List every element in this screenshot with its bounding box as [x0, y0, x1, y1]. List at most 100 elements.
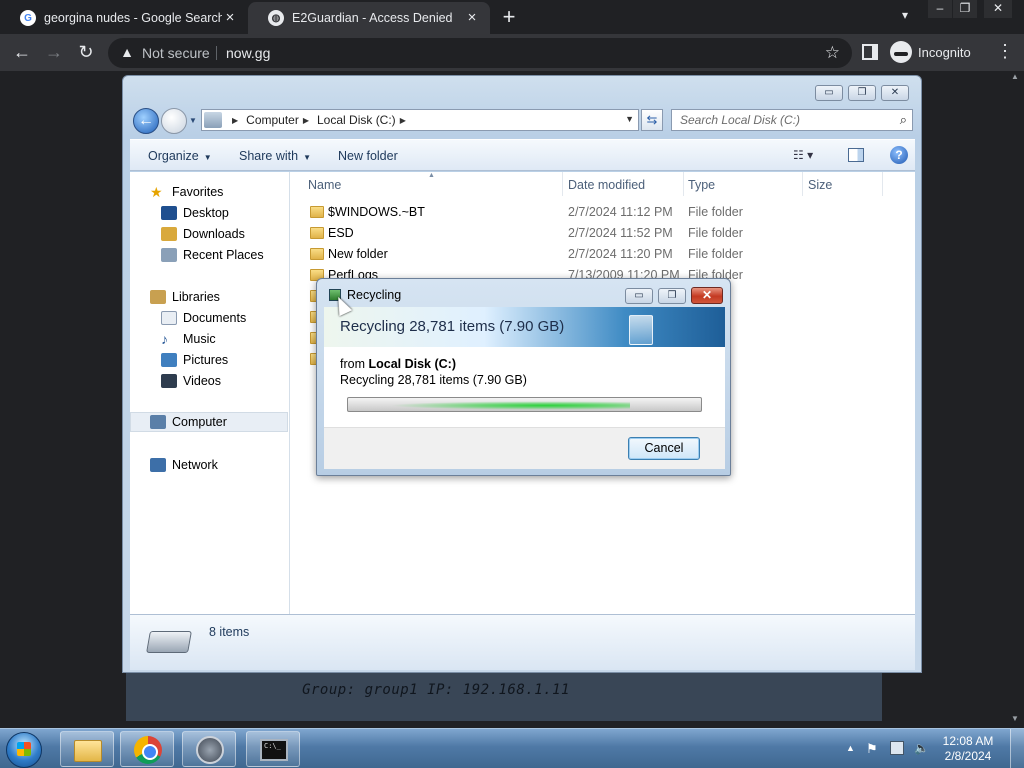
- tab-google-search[interactable]: G georgina nudes - Google Search ×: [0, 2, 248, 34]
- nav-label: Pictures: [183, 353, 229, 367]
- file-row[interactable]: $WINDOWS.~BT 2/7/2024 11:12 PM File fold…: [290, 202, 915, 223]
- taskbar-explorer-button[interactable]: [60, 731, 114, 767]
- star-icon: ★: [150, 184, 163, 200]
- incognito-indicator[interactable]: Incognito: [890, 39, 971, 65]
- dialog-maximize-button[interactable]: ❐: [658, 288, 686, 304]
- organize-button[interactable]: Organize ▼: [148, 149, 212, 163]
- refresh-button[interactable]: ⇆: [641, 109, 663, 131]
- forward-button[interactable]: [161, 108, 187, 134]
- network-tray-icon[interactable]: [890, 741, 904, 755]
- recent-pages-chevron-icon[interactable]: ▼: [189, 116, 197, 125]
- computer-icon: [150, 415, 166, 429]
- clock-date: 2/8/2024: [944, 749, 992, 763]
- from-label: from: [340, 357, 365, 371]
- nav-item-network[interactable]: Network: [130, 455, 288, 475]
- window-minimize-button[interactable]: –: [928, 0, 952, 18]
- back-button[interactable]: ←: [133, 108, 159, 134]
- help-icon[interactable]: ?: [890, 146, 908, 164]
- nav-item-recent-places[interactable]: Recent Places: [130, 245, 288, 265]
- column-divider[interactable]: [882, 172, 883, 196]
- share-with-label: Share with: [239, 149, 299, 163]
- taskbar-speedometer-button[interactable]: [182, 731, 236, 767]
- breadcrumb-arrow-icon[interactable]: ▶: [303, 116, 309, 125]
- column-header-type[interactable]: Type: [688, 178, 715, 192]
- browser-menu-icon[interactable]: ⋮: [996, 42, 1014, 60]
- tab-search-chevron-icon[interactable]: ▾: [896, 8, 914, 26]
- scroll-up-arrow-icon[interactable]: ▲: [1011, 72, 1019, 81]
- file-row[interactable]: New folder 2/7/2024 11:20 PM File folder: [290, 244, 915, 265]
- system-clock[interactable]: 12:08 AM 2/8/2024: [936, 734, 1000, 764]
- close-tab-icon[interactable]: ×: [464, 10, 480, 26]
- breadcrumb-local-disk[interactable]: Local Disk (C:): [317, 113, 396, 127]
- taskbar-chrome-button[interactable]: [120, 731, 174, 767]
- security-status[interactable]: Not secure: [142, 45, 210, 61]
- nav-label: Libraries: [172, 290, 220, 304]
- nav-item-favorites[interactable]: ★ Favorites: [130, 182, 288, 202]
- dialog-minimize-button[interactable]: ▭: [625, 288, 653, 304]
- new-folder-button[interactable]: New folder: [338, 149, 398, 163]
- search-icon[interactable]: ⌕: [900, 112, 907, 128]
- tab-e2guardian[interactable]: ◍ E2Guardian - Access Denied ×: [248, 2, 490, 34]
- hard-drive-icon: [146, 631, 192, 653]
- explorer-minimize-button[interactable]: ▭: [815, 85, 843, 101]
- nav-item-music[interactable]: ♪ Music: [130, 329, 288, 349]
- nav-item-computer[interactable]: Computer: [130, 412, 288, 432]
- close-tab-icon[interactable]: ×: [222, 10, 238, 26]
- file-type: File folder: [688, 226, 743, 240]
- warning-icon[interactable]: ▲: [118, 44, 136, 62]
- reload-icon[interactable]: ↻: [74, 41, 98, 65]
- breadcrumb-arrow-icon[interactable]: ▶: [232, 116, 238, 125]
- nav-item-downloads[interactable]: Downloads: [130, 224, 288, 244]
- cancel-button[interactable]: Cancel: [628, 437, 700, 460]
- column-header-date-modified[interactable]: Date modified: [568, 178, 645, 192]
- show-desktop-button[interactable]: [1010, 729, 1024, 768]
- file-date: 2/7/2024 11:20 PM: [568, 247, 673, 261]
- column-divider[interactable]: [683, 172, 684, 196]
- nav-item-documents[interactable]: Documents: [130, 308, 288, 328]
- sort-ascending-icon: ▲: [428, 172, 435, 179]
- column-divider[interactable]: [562, 172, 563, 196]
- change-view-icon[interactable]: ☷ ▾: [793, 148, 827, 162]
- show-hidden-icons-chevron-icon[interactable]: ▲: [846, 743, 855, 753]
- folder-icon: [310, 248, 324, 260]
- nav-item-videos[interactable]: Videos: [130, 371, 288, 391]
- scroll-down-arrow-icon[interactable]: ▼: [1011, 714, 1019, 723]
- search-input[interactable]: Search Local Disk (C:) ⌕: [671, 109, 913, 131]
- nav-label: Documents: [183, 311, 247, 325]
- speedometer-icon: [196, 736, 224, 764]
- window-close-button[interactable]: ✕: [984, 0, 1012, 18]
- back-arrow-icon[interactable]: ←: [10, 41, 34, 65]
- explorer-close-button[interactable]: ✕: [881, 85, 909, 101]
- details-pane: 8 items: [130, 614, 915, 670]
- address-dropdown-icon[interactable]: ▼: [625, 114, 634, 124]
- explorer-maximize-button[interactable]: ❐: [848, 85, 876, 101]
- dialog-close-button[interactable]: ✕: [691, 287, 723, 304]
- network-icon: [150, 458, 166, 472]
- url-text[interactable]: now.gg: [226, 45, 270, 61]
- column-header-size[interactable]: Size: [808, 178, 832, 192]
- dialog-source: from Local Disk (C:): [340, 357, 456, 371]
- preview-pane-icon[interactable]: [848, 148, 864, 162]
- action-center-flag-icon[interactable]: ⚑: [866, 741, 880, 756]
- window-restore-button[interactable]: ❐: [953, 0, 977, 18]
- column-divider[interactable]: [802, 172, 803, 196]
- nav-item-pictures[interactable]: Pictures: [130, 350, 288, 370]
- explorer-address-bar[interactable]: ▶ Computer ▶ Local Disk (C:) ▶ ▼: [201, 109, 639, 131]
- file-row[interactable]: ESD 2/7/2024 11:52 PM File folder: [290, 223, 915, 244]
- bookmark-star-icon[interactable]: ☆: [825, 43, 840, 63]
- dialog-headline: Recycling 28,781 items (7.90 GB): [340, 318, 565, 335]
- breadcrumb-computer[interactable]: Computer: [246, 113, 299, 127]
- column-header-name[interactable]: Name: [308, 178, 341, 192]
- nav-item-libraries[interactable]: Libraries: [130, 287, 288, 307]
- page-scrollbar[interactable]: [1010, 71, 1024, 731]
- volume-muted-icon[interactable]: 🔈: [914, 741, 929, 755]
- side-panel-icon[interactable]: [862, 44, 878, 60]
- new-tab-button[interactable]: +: [498, 6, 520, 28]
- nav-item-desktop[interactable]: Desktop: [130, 203, 288, 223]
- forward-arrow-icon[interactable]: →: [42, 41, 66, 65]
- taskbar-cmd-button[interactable]: C:\_: [246, 731, 300, 767]
- file-type: File folder: [688, 247, 743, 261]
- address-bar[interactable]: ▲ Not secure now.gg ☆: [108, 38, 852, 68]
- share-with-button[interactable]: Share with ▼: [239, 149, 311, 163]
- breadcrumb-arrow-icon[interactable]: ▶: [400, 116, 406, 125]
